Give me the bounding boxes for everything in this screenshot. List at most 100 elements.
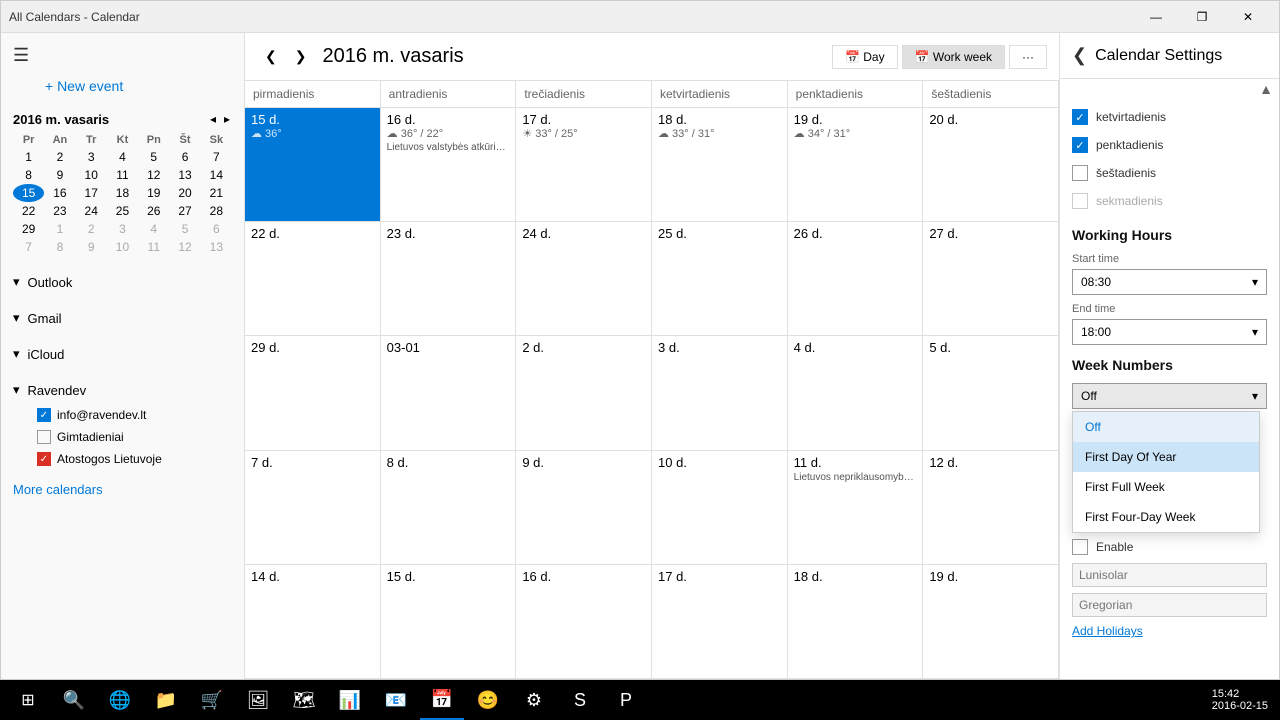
- mini-cal-day[interactable]: 26: [138, 202, 169, 220]
- sidebar-sub-gimtadieniai[interactable]: Gimtadieniai: [25, 426, 244, 448]
- add-holidays-link[interactable]: Add Holidays: [1072, 624, 1143, 638]
- mini-cal-day[interactable]: 29: [13, 220, 44, 238]
- dropdown-first-four-day-week[interactable]: First Four-Day Week: [1073, 502, 1259, 532]
- mini-cal-day[interactable]: 10: [76, 166, 107, 184]
- mini-cal-day[interactable]: 13: [169, 166, 200, 184]
- mini-cal-day[interactable]: 22: [13, 202, 44, 220]
- start-button[interactable]: ⊞: [4, 680, 52, 720]
- mini-cal-day[interactable]: 4: [107, 148, 138, 166]
- mini-cal-day[interactable]: 8: [13, 166, 44, 184]
- taskbar-explorer[interactable]: 📁: [144, 680, 188, 720]
- gregorian-input[interactable]: [1072, 593, 1267, 617]
- taskbar-maps[interactable]: 🗺: [282, 680, 326, 720]
- dropdown-first-full-week[interactable]: First Full Week: [1073, 472, 1259, 502]
- workweek-view-button[interactable]: 📅 Work week: [902, 45, 1005, 69]
- sidebar-item-ravendev[interactable]: ▾ Ravendev: [1, 376, 244, 404]
- taskbar-calendar[interactable]: 📅: [420, 680, 464, 720]
- cal-cell[interactable]: 24 d.: [516, 222, 652, 335]
- mini-cal-prev[interactable]: ◂: [208, 110, 218, 128]
- taskbar-edge[interactable]: 🌐: [98, 680, 142, 720]
- cal-cell[interactable]: 17 d.: [652, 565, 788, 678]
- cal-cell[interactable]: 12 d.: [923, 451, 1059, 564]
- mini-cal-day[interactable]: 1: [13, 148, 44, 166]
- checkbox-penktadienis[interactable]: ✓: [1072, 137, 1088, 153]
- cal-cell[interactable]: 29 d.: [245, 336, 381, 449]
- mini-cal-day[interactable]: 4: [138, 220, 169, 238]
- cal-cell[interactable]: 25 d.: [652, 222, 788, 335]
- cal-cell[interactable]: 8 d.: [381, 451, 517, 564]
- taskbar-photos[interactable]: 🖼: [236, 680, 280, 720]
- cal-cell[interactable]: 9 d.: [516, 451, 652, 564]
- mini-cal-day[interactable]: 21: [201, 184, 232, 202]
- checkbox-atostogos[interactable]: ✓: [37, 452, 51, 466]
- mini-cal-day[interactable]: 8: [44, 238, 75, 256]
- mini-cal-day[interactable]: 20: [169, 184, 200, 202]
- sidebar-item-gmail[interactable]: ▾ Gmail: [1, 304, 244, 332]
- checkbox-info[interactable]: ✓: [37, 408, 51, 422]
- new-event-button[interactable]: + New event: [1, 70, 244, 102]
- taskbar-powerpoint[interactable]: P: [604, 680, 648, 720]
- cal-cell[interactable]: 15 d.☁ 36°: [245, 108, 381, 221]
- checkbox-enable[interactable]: [1072, 539, 1088, 555]
- mini-cal-day[interactable]: 15: [13, 184, 44, 202]
- taskbar-mail[interactable]: 📧: [374, 680, 418, 720]
- mini-cal-day[interactable]: 12: [169, 238, 200, 256]
- cal-prev-button[interactable]: ❮: [257, 44, 285, 69]
- cal-cell[interactable]: 18 d.☁ 33° / 31°: [652, 108, 788, 221]
- cal-cell[interactable]: 20 d.: [923, 108, 1059, 221]
- scroll-up-button[interactable]: ▲: [1060, 79, 1279, 99]
- cal-cell[interactable]: 3 d.: [652, 336, 788, 449]
- mini-cal-day[interactable]: 14: [201, 166, 232, 184]
- mini-cal-day[interactable]: 12: [138, 166, 169, 184]
- checkbox-ketvirtadienis[interactable]: ✓: [1072, 109, 1088, 125]
- end-time-select[interactable]: 18:00 ▾: [1072, 319, 1267, 345]
- day-view-button[interactable]: 📅 Day: [832, 45, 898, 69]
- cal-cell[interactable]: 19 d.: [923, 565, 1059, 678]
- mini-cal-next[interactable]: ▸: [222, 110, 232, 128]
- checkbox-gimtadieniai[interactable]: [37, 430, 51, 444]
- mini-cal-day[interactable]: 6: [169, 148, 200, 166]
- mini-cal-day[interactable]: 19: [138, 184, 169, 202]
- cal-cell[interactable]: 16 d.: [516, 565, 652, 678]
- settings-back-button[interactable]: ❮: [1072, 45, 1087, 66]
- cal-cell[interactable]: 11 d.Lietuvos nepriklausomybės atk: [788, 451, 924, 564]
- cal-cell[interactable]: 17 d.☀ 33° / 25°: [516, 108, 652, 221]
- cal-cell[interactable]: 5 d.: [923, 336, 1059, 449]
- cell-event[interactable]: Lietuvos valstybės atkūrimo die: [387, 142, 510, 153]
- cal-cell[interactable]: 4 d.: [788, 336, 924, 449]
- mini-cal-day[interactable]: 13: [201, 238, 232, 256]
- more-views-button[interactable]: ···: [1009, 45, 1047, 69]
- cal-cell[interactable]: 22 d.: [245, 222, 381, 335]
- cal-cell[interactable]: 16 d.☁ 36° / 22°Lietuvos valstybės atkūr…: [381, 108, 517, 221]
- sidebar-item-icloud[interactable]: ▾ iCloud: [1, 340, 244, 368]
- taskbar-skype[interactable]: S: [558, 680, 602, 720]
- taskbar-people[interactable]: 😊: [466, 680, 510, 720]
- mini-cal-day[interactable]: 23: [44, 202, 75, 220]
- mini-cal-day[interactable]: 3: [107, 220, 138, 238]
- mini-cal-day[interactable]: 2: [44, 148, 75, 166]
- cal-cell[interactable]: 27 d.: [923, 222, 1059, 335]
- sidebar-sub-atostogos[interactable]: ✓ Atostogos Lietuvoje: [25, 448, 244, 470]
- cal-cell[interactable]: 23 d.: [381, 222, 517, 335]
- cal-cell[interactable]: 19 d.☁ 34° / 31°: [788, 108, 924, 221]
- mini-cal-day[interactable]: 28: [201, 202, 232, 220]
- sidebar-sub-info[interactable]: ✓ info@ravendev.lt: [25, 404, 244, 426]
- cal-cell[interactable]: 18 d.: [788, 565, 924, 678]
- mini-cal-day[interactable]: 17: [76, 184, 107, 202]
- hamburger-icon[interactable]: ☰: [13, 45, 45, 66]
- cal-cell[interactable]: 26 d.: [788, 222, 924, 335]
- dropdown-off[interactable]: Off: [1073, 412, 1259, 442]
- mini-cal-day[interactable]: 18: [107, 184, 138, 202]
- maximize-button[interactable]: ❐: [1179, 1, 1225, 33]
- mini-cal-day[interactable]: 5: [169, 220, 200, 238]
- checkbox-sekmadienis[interactable]: [1072, 193, 1088, 209]
- mini-cal-day[interactable]: 6: [201, 220, 232, 238]
- mini-cal-day[interactable]: 7: [201, 148, 232, 166]
- start-time-select[interactable]: 08:30 ▾: [1072, 269, 1267, 295]
- checkbox-sestadieniai[interactable]: [1072, 165, 1088, 181]
- mini-cal-day[interactable]: 7: [13, 238, 44, 256]
- taskbar-search[interactable]: 🔍: [52, 680, 96, 720]
- sidebar-item-outlook[interactable]: ▾ Outlook: [1, 268, 244, 296]
- taskbar-store[interactable]: 🛒: [190, 680, 234, 720]
- dropdown-first-day-of-year[interactable]: First Day Of Year: [1073, 442, 1259, 472]
